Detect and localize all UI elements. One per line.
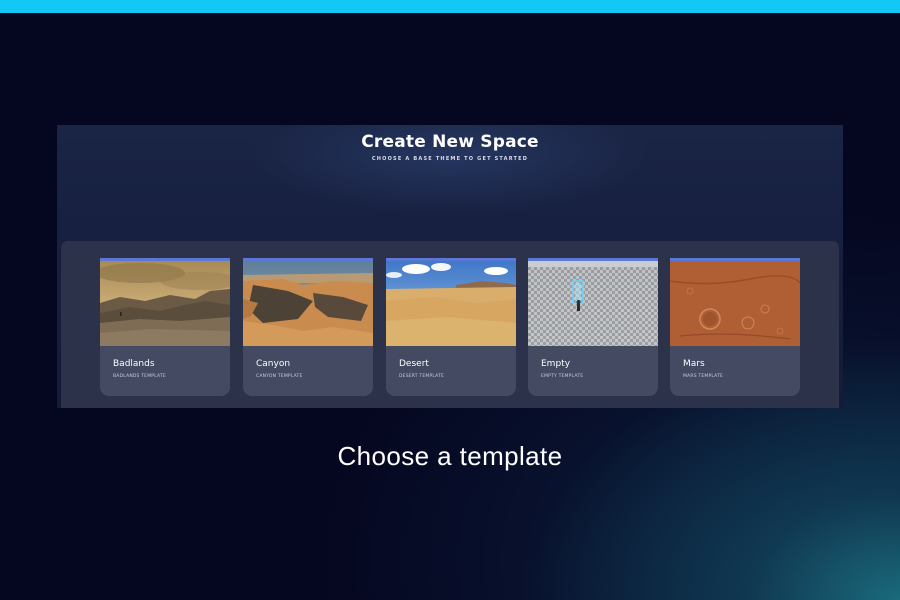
template-name: Mars: [683, 359, 705, 369]
template-description: EMPTY TEMPLATE: [541, 374, 584, 379]
template-name: Empty: [541, 359, 571, 369]
template-name: Badlands: [113, 359, 155, 369]
mars-surface-icon: [670, 261, 800, 346]
template-card-empty[interactable]: Empty EMPTY TEMPLATE: [528, 258, 658, 396]
desert-landscape-icon: [386, 261, 516, 346]
template-description: DESERT TEMPLATE: [399, 374, 445, 379]
template-name: Canyon: [256, 359, 291, 369]
dialog-subtitle: CHOOSE A BASE THEME TO GET STARTED: [371, 156, 529, 162]
page-caption: Choose a template: [337, 441, 563, 471]
template-name: Desert: [399, 359, 429, 369]
top-accent-bar: [0, 0, 900, 13]
template-description: BADLANDS TEMPLATE: [113, 374, 166, 379]
template-card-canyon[interactable]: Canyon CANYON TEMPLATE: [243, 258, 373, 396]
canyon-landscape-icon: [243, 261, 373, 346]
create-space-dialog: Create New Space CHOOSE A BASE THEME TO …: [57, 125, 843, 408]
template-description: CANYON TEMPLATE: [256, 374, 303, 379]
badlands-landscape-icon: [100, 261, 230, 346]
dialog-title: Create New Space: [361, 132, 539, 152]
template-card-mars[interactable]: Mars MARS TEMPLATE: [670, 258, 800, 396]
template-tray: Badlands BADLANDS TEMPLATE Canyon CANYON…: [61, 241, 839, 408]
empty-grid-scene-icon: [528, 261, 658, 346]
template-description: MARS TEMPLATE: [683, 374, 724, 379]
template-card-badlands[interactable]: Badlands BADLANDS TEMPLATE: [100, 258, 230, 396]
template-card-desert[interactable]: Desert DESERT TEMPLATE: [386, 258, 516, 396]
